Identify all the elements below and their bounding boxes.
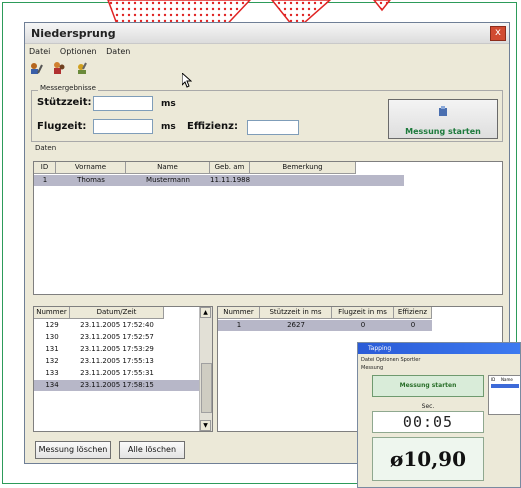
- efficiency-field[interactable]: [247, 120, 299, 135]
- cell-nummer: 132: [45, 357, 59, 365]
- delete-measurement-button[interactable]: Messung löschen: [35, 441, 111, 459]
- scroll-thumb[interactable]: [201, 363, 212, 413]
- cell-nummer: 134: [45, 381, 59, 389]
- tapping-title: Tapping: [358, 343, 520, 354]
- cell-detail-nummer: 1: [236, 321, 242, 329]
- cell-nummer: 133: [45, 369, 59, 377]
- col-detail-nummer[interactable]: Nummer: [218, 307, 260, 319]
- cell-datum: 23.11.2005 17:55:31: [80, 369, 154, 377]
- tapping-list[interactable]: ID Name: [488, 375, 520, 415]
- table-row[interactable]: 132 23.11.2005 17:55:13: [34, 356, 212, 367]
- cell-flugzeit: 0: [360, 321, 366, 329]
- flight-time-field[interactable]: [93, 119, 153, 134]
- cell-effizienz: 0: [410, 321, 416, 329]
- col-geb[interactable]: Geb. am: [210, 162, 250, 174]
- start-measurement-label: Messung starten: [405, 127, 481, 136]
- measurement-icon: [439, 106, 447, 116]
- cell-nummer: 130: [45, 333, 59, 341]
- cell-datum: 23.11.2005 17:53:29: [80, 345, 154, 353]
- table-row[interactable]: 130 23.11.2005 17:52:57: [34, 332, 212, 343]
- mouse-cursor-icon: [182, 73, 192, 88]
- col-datum[interactable]: Datum/Zeit: [70, 307, 164, 319]
- close-button[interactable]: x: [490, 26, 506, 41]
- table-row-selected[interactable]: 134 23.11.2005 17:58:15: [34, 380, 200, 391]
- support-time-field[interactable]: [93, 96, 153, 111]
- col-name[interactable]: Name: [126, 162, 210, 174]
- cell-stuetzzeit: 2627: [287, 321, 305, 329]
- cell-name: Mustermann: [146, 176, 190, 184]
- window-title: Niedersprung: [31, 27, 116, 40]
- tapping-start-button[interactable]: Messung starten: [372, 375, 484, 397]
- data-group-title: Daten: [33, 144, 59, 152]
- tools-icon[interactable]: [75, 61, 89, 75]
- support-time-unit: ms: [161, 99, 176, 109]
- start-measurement-button[interactable]: Messung starten: [388, 99, 498, 139]
- menu-bar: Datei Optionen Daten: [29, 47, 137, 56]
- table-row[interactable]: 129 23.11.2005 17:52:40: [34, 320, 212, 331]
- table-row[interactable]: 133 23.11.2005 17:55:31: [34, 368, 212, 379]
- tapping-window: Tapping Datei Optionen Sportler Messung …: [357, 342, 521, 488]
- scroll-down-icon[interactable]: ▼: [200, 420, 211, 431]
- tapping-value: ø10,90: [372, 437, 484, 481]
- cell-bemerkung: [250, 175, 356, 186]
- toolbar: [29, 60, 93, 78]
- efficiency-label: Effizienz:: [187, 121, 238, 132]
- delete-all-button[interactable]: Alle löschen: [119, 441, 185, 459]
- flight-time-unit: ms: [161, 122, 176, 132]
- measurements-scrollbar[interactable]: ▲ ▼: [199, 307, 212, 431]
- cell-id: 1: [42, 176, 48, 184]
- tapping-list-row[interactable]: [491, 384, 519, 388]
- col-vorname[interactable]: Vorname: [56, 162, 126, 174]
- cell-geb: 11.11.1988: [210, 176, 251, 184]
- col-effizienz[interactable]: Effizienz: [394, 307, 432, 319]
- tapping-sec-label: Sec.: [421, 403, 435, 410]
- col-stuetzzeit[interactable]: Stützzeit in ms: [260, 307, 332, 319]
- tapping-list-name: Name: [501, 377, 513, 382]
- cell-datum: 23.11.2005 17:52:40: [80, 321, 154, 329]
- cell-vorname: Thomas: [77, 176, 105, 184]
- col-id[interactable]: ID: [34, 162, 56, 174]
- table-row[interactable]: 1 2627 0 0: [218, 320, 432, 331]
- support-time-label: Stützzeit:: [37, 97, 92, 108]
- cell-nummer: 131: [45, 345, 59, 353]
- table-row[interactable]: 1 Thomas Mustermann 11.11.1988: [34, 175, 404, 186]
- cell-datum: 23.11.2005 17:55:13: [80, 357, 154, 365]
- table-row[interactable]: 131 23.11.2005 17:53:29: [34, 344, 212, 355]
- users-icon[interactable]: [52, 61, 66, 75]
- col-flugzeit[interactable]: Flugzeit in ms: [332, 307, 394, 319]
- tapping-list-id: ID: [491, 377, 496, 382]
- tapping-group-title: Messung: [361, 365, 384, 371]
- title-bar: Niedersprung x: [25, 23, 509, 44]
- menu-datei[interactable]: Datei: [29, 47, 50, 56]
- persons-table: ID Vorname Name Geb. am Bemerkung 1 Thom…: [33, 161, 503, 295]
- flight-time-label: Flugzeit:: [37, 121, 87, 132]
- tapping-timer: 00:05: [372, 411, 484, 433]
- menu-daten[interactable]: Daten: [106, 47, 130, 56]
- cell-datum: 23.11.2005 17:58:15: [80, 381, 154, 389]
- measurements-table: Nummer Datum/Zeit 129 23.11.2005 17:52:4…: [33, 306, 213, 432]
- menu-optionen[interactable]: Optionen: [60, 47, 97, 56]
- cell-nummer: 129: [45, 321, 59, 329]
- user-edit-icon[interactable]: [29, 61, 43, 75]
- col-nummer[interactable]: Nummer: [34, 307, 70, 319]
- tapping-menu[interactable]: Datei Optionen Sportler: [361, 357, 420, 363]
- results-group-title: Messergebnisse: [38, 84, 98, 92]
- col-bemerkung[interactable]: Bemerkung: [250, 162, 356, 174]
- scroll-up-icon[interactable]: ▲: [200, 307, 211, 318]
- cell-datum: 23.11.2005 17:52:57: [80, 333, 154, 341]
